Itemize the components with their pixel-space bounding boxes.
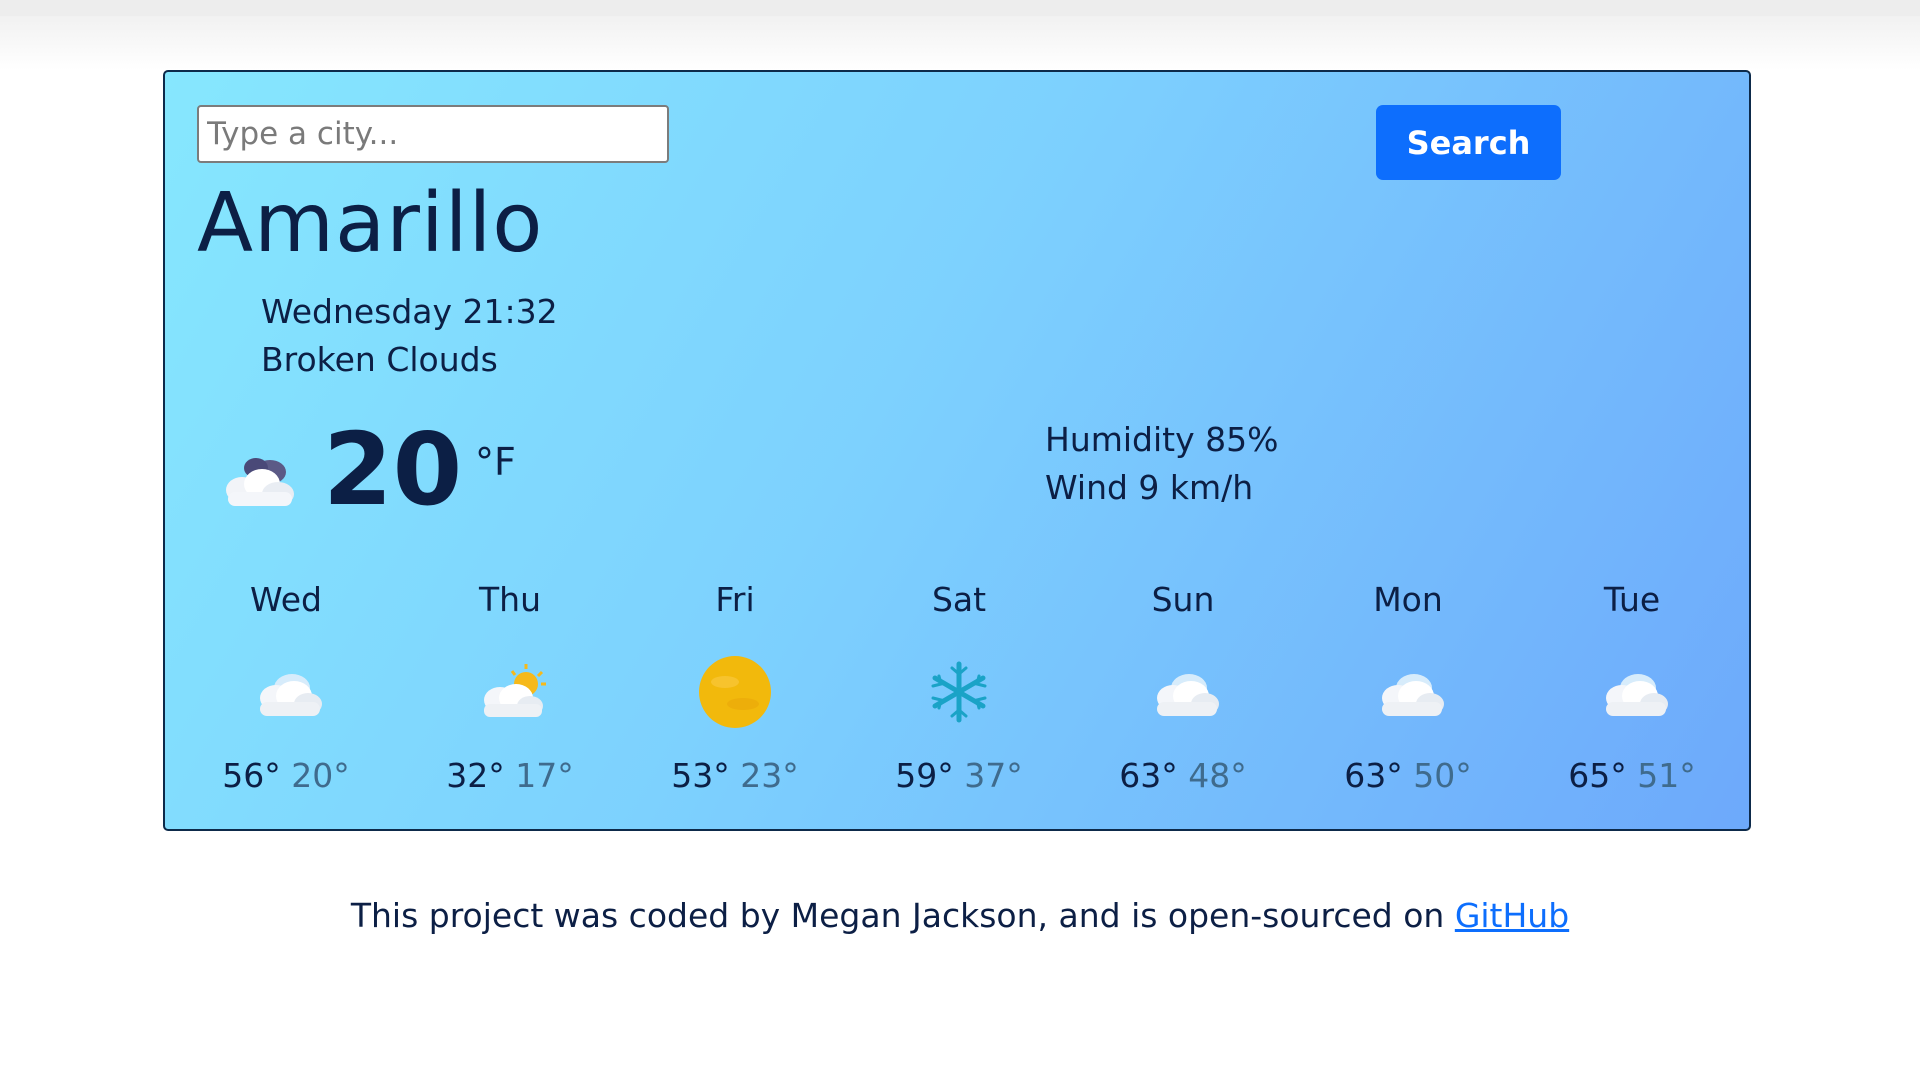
top-shadow (0, 16, 1920, 70)
footer-text: This project was coded by Megan Jackson,… (350, 896, 1455, 935)
current-temperature: 20 (323, 411, 463, 528)
forecast-temps: 32° 17° (410, 756, 610, 795)
cloud-icon (1592, 652, 1672, 732)
forecast-min-temp: 37° (964, 756, 1023, 795)
humidity: Humidity 85% (1045, 420, 1279, 459)
forecast-max-temp: 59° (895, 756, 954, 795)
wind-speed: Wind 9 km/h (1045, 468, 1254, 507)
forecast-min-temp: 51° (1637, 756, 1696, 795)
forecast-max-temp: 53° (671, 756, 730, 795)
forecast-min-temp: 17° (515, 756, 574, 795)
forecast-day-name: Thu (479, 580, 541, 619)
forecast-temps: 63° 50° (1308, 756, 1508, 795)
forecast-day-name: Mon (1373, 580, 1443, 619)
sun-icon (695, 652, 775, 732)
forecast-day-name: Tue (1603, 580, 1661, 619)
forecast-min-temp: 50° (1413, 756, 1472, 795)
forecast-min-temp: 23° (740, 756, 799, 795)
forecast-temps: 53° 23° (635, 756, 835, 795)
forecast-temps: 56° 20° (186, 756, 386, 795)
browser-top-bar (0, 0, 1920, 16)
temperature-unit[interactable]: °F (475, 440, 516, 484)
forecast-temps: 65° 51° (1532, 756, 1732, 795)
cloud-icon (1143, 652, 1223, 732)
city-search-input[interactable] (197, 105, 669, 163)
forecast-min-temp: 48° (1188, 756, 1247, 795)
forecast-day-name: Fri (715, 580, 755, 619)
forecast-day-name: Sat (931, 580, 987, 619)
search-button[interactable]: Search (1376, 105, 1561, 180)
forecast-day-name: Wed (250, 580, 322, 619)
night-cloud-icon (226, 458, 294, 506)
forecast-day-name: Sun (1151, 580, 1215, 619)
city-name: Amarillo (197, 176, 544, 271)
forecast-max-temp: 63° (1344, 756, 1403, 795)
forecast-max-temp: 65° (1568, 756, 1627, 795)
forecast-temps: 63° 48° (1083, 756, 1283, 795)
forecast-min-temp: 20° (291, 756, 350, 795)
github-link[interactable]: GitHub (1455, 896, 1569, 935)
forecast-max-temp: 63° (1119, 756, 1178, 795)
cloud-icon (246, 652, 326, 732)
cloud-icon (1368, 652, 1448, 732)
weather-card: Search Amarillo Wednesday 21:32 Broken C… (163, 70, 1751, 831)
current-datetime: Wednesday 21:32 (261, 292, 558, 331)
forecast-max-temp: 56° (222, 756, 281, 795)
weather-description: Broken Clouds (261, 340, 498, 379)
footer: This project was coded by Megan Jackson,… (0, 896, 1920, 935)
partly-sunny-icon (470, 652, 550, 732)
forecast-max-temp: 32° (446, 756, 505, 795)
forecast-temps: 59° 37° (859, 756, 1059, 795)
snowflake-icon (919, 652, 999, 732)
